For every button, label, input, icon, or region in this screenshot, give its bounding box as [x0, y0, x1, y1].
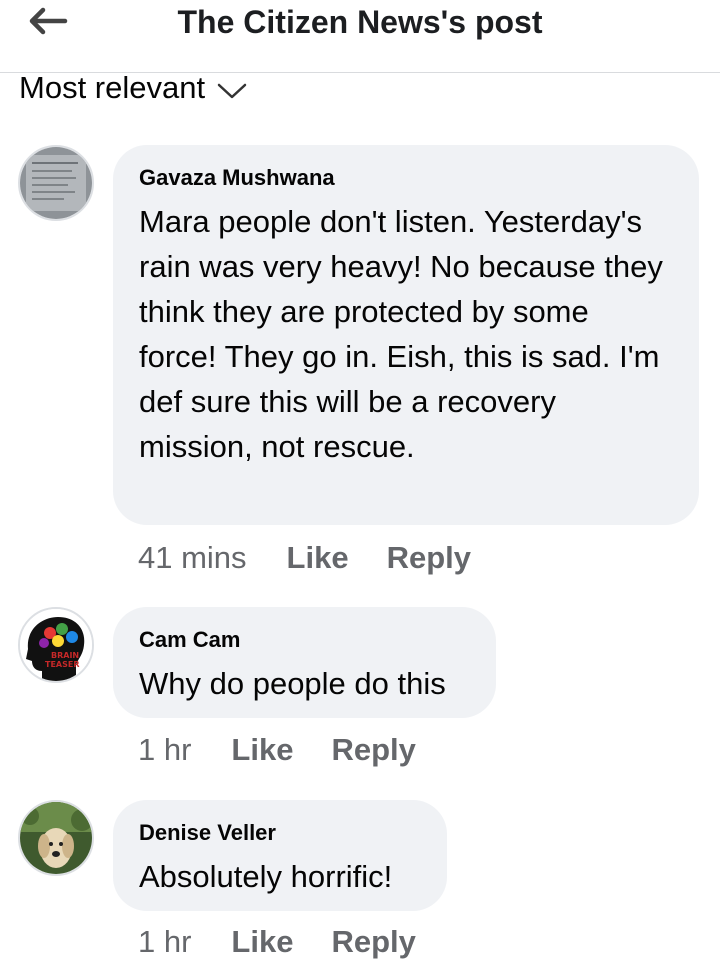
like-button[interactable]: Like [231, 924, 293, 960]
comment-actions: 1 hr Like Reply [138, 732, 416, 768]
dog-photo-icon [20, 802, 92, 874]
comment-time[interactable]: 41 mins [138, 540, 247, 576]
comment-time[interactable]: 1 hr [138, 732, 191, 768]
comment-text: Absolutely horrific! [139, 859, 393, 894]
reply-button[interactable]: Reply [331, 924, 415, 960]
comment-actions: 41 mins Like Reply [138, 540, 471, 576]
chevron-down-icon [217, 83, 247, 99]
comment-bubble: Cam Cam Why do people do this [113, 607, 496, 718]
svg-text:BRAIN: BRAIN [51, 651, 79, 660]
like-button[interactable]: Like [287, 540, 349, 576]
top-bar: The Citizen News's post [0, 0, 720, 73]
comment-text: Mara people don't listen. Yesterday's ra… [139, 204, 663, 464]
page-title: The Citizen News's post [177, 4, 543, 40]
reply-button[interactable]: Reply [387, 540, 471, 576]
reply-button[interactable]: Reply [331, 732, 415, 768]
avatar[interactable] [18, 145, 94, 221]
sort-dropdown[interactable]: Most relevant [19, 70, 247, 106]
comment-actions: 1 hr Like Reply [138, 924, 416, 960]
comment-author[interactable]: Gavaza Mushwana [139, 165, 673, 191]
avatar[interactable] [18, 800, 94, 876]
comment-time[interactable]: 1 hr [138, 924, 191, 960]
avatar-document-icon [20, 147, 92, 219]
comment-text: Why do people do this [139, 666, 446, 701]
comment-bubble: Denise Veller Absolutely horrific! [113, 800, 447, 911]
svg-text:TEASER: TEASER [45, 660, 80, 669]
like-button[interactable]: Like [231, 732, 293, 768]
sort-label: Most relevant [19, 70, 206, 105]
avatar[interactable]: BRAIN TEASER [18, 607, 94, 683]
comment-bubble: Gavaza Mushwana Mara people don't listen… [113, 145, 699, 525]
brain-teaser-icon: BRAIN TEASER [20, 609, 92, 681]
comment-author[interactable]: Cam Cam [139, 627, 470, 653]
comment-author[interactable]: Denise Veller [139, 820, 421, 846]
